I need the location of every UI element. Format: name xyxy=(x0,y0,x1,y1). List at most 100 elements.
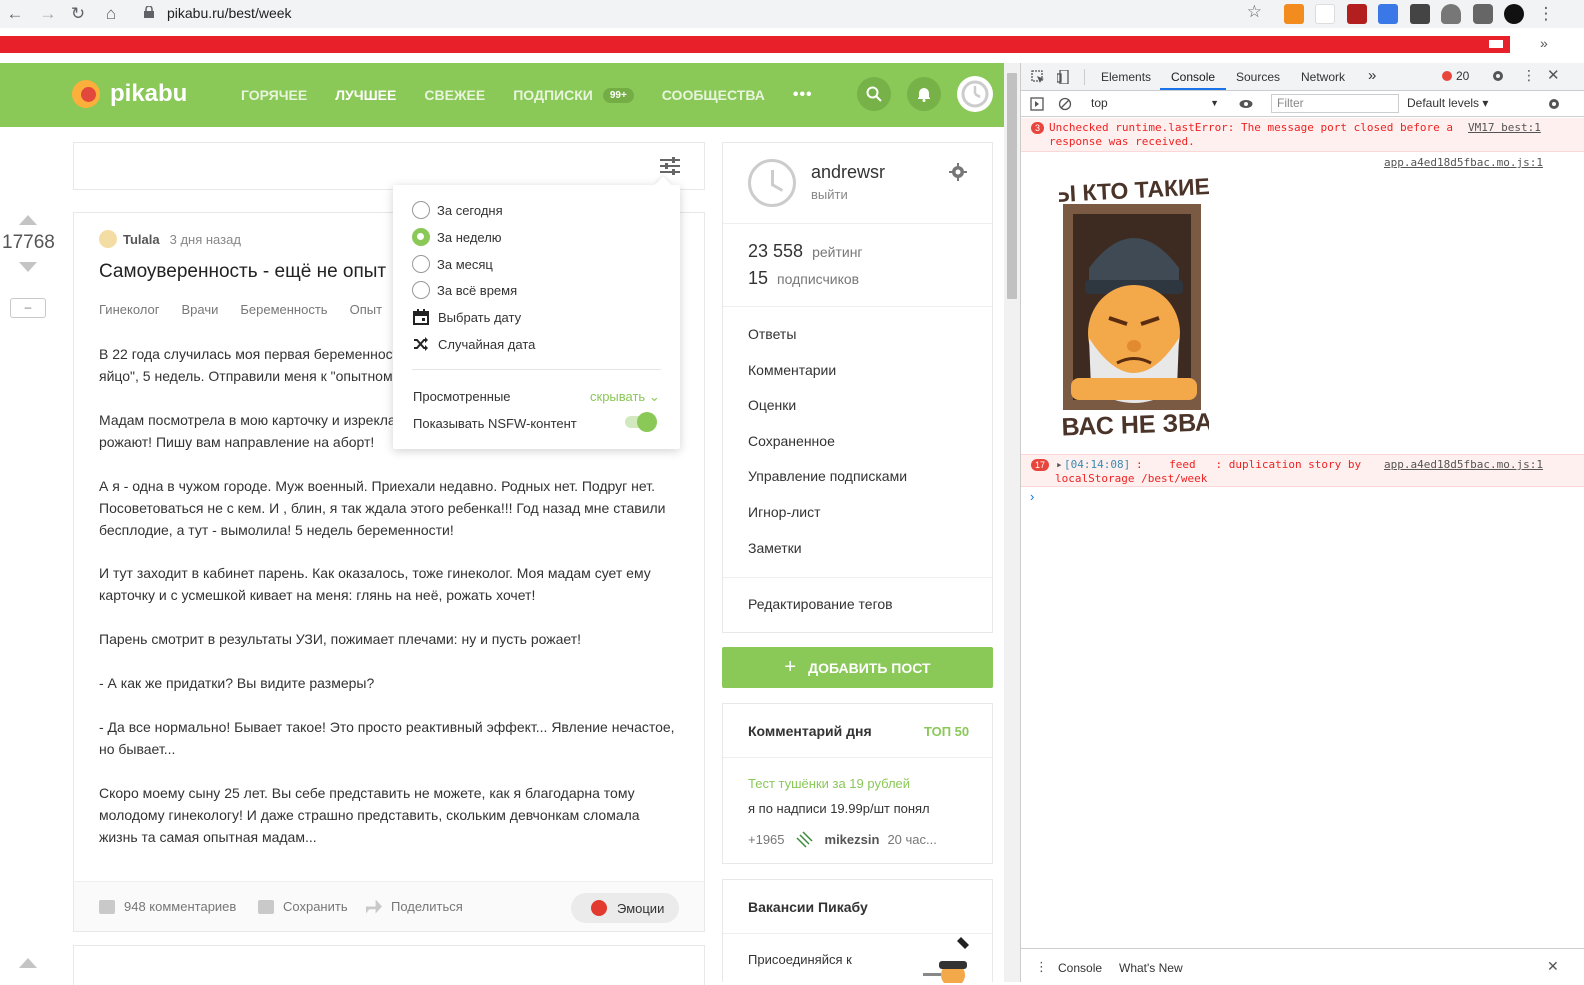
user-avatar[interactable] xyxy=(795,830,814,848)
vacancies-text[interactable]: Присоединяйся к xyxy=(748,952,852,967)
sidebar-toggle-icon[interactable] xyxy=(1030,97,1044,111)
nav-hot[interactable]: ГОРЯЧЕЕ xyxy=(241,86,307,104)
profile-link-notes[interactable]: Заметки xyxy=(748,540,802,556)
clear-console-icon[interactable] xyxy=(1058,97,1072,111)
bookmarks-overflow-icon[interactable]: » xyxy=(1540,35,1548,51)
console-filter-input[interactable]: Filter xyxy=(1271,94,1399,113)
add-post-button[interactable]: + ДОБАВИТЬ ПОСТ xyxy=(722,647,993,688)
subscribers-stat[interactable]: 15 подписчиков xyxy=(748,268,859,289)
home-icon[interactable]: ⌂ xyxy=(99,2,123,26)
profile-link-comments[interactable]: Комментарии xyxy=(748,362,836,378)
site-logo[interactable]: pikabu xyxy=(72,80,187,108)
address-bar[interactable]: pikabu.ru/best/week ☆ xyxy=(136,0,1270,26)
log-levels-select[interactable]: Default levels ▾ xyxy=(1407,96,1488,110)
user-avatar-button[interactable] xyxy=(957,76,993,112)
nsfw-toggle[interactable] xyxy=(625,412,657,432)
page-scrollbar[interactable] xyxy=(1004,63,1020,982)
period-week-option[interactable]: За неделю xyxy=(412,227,502,247)
author-avatar[interactable] xyxy=(99,230,117,248)
comment-user[interactable]: mikezsin xyxy=(825,832,880,847)
search-button[interactable] xyxy=(857,77,891,111)
story-title[interactable]: Самоуверенность - ещё не опыт xyxy=(99,261,399,283)
back-icon[interactable]: ← xyxy=(3,2,27,26)
filter-settings-icon[interactable] xyxy=(660,157,680,175)
gear-icon[interactable] xyxy=(949,163,967,181)
upvote-arrow[interactable] xyxy=(19,215,37,225)
source-link[interactable]: VM17 best:1 xyxy=(1468,121,1541,134)
tab-network[interactable]: Network xyxy=(1301,70,1345,84)
gif-extension-icon[interactable] xyxy=(1315,4,1335,24)
nsfw-label: Показывать NSFW-контент xyxy=(413,416,577,431)
author-name[interactable]: Tulala xyxy=(123,232,160,247)
devtools-panel: Elements Console Sources Network » 20 ⋮ … xyxy=(1020,63,1584,982)
reload-icon[interactable]: ↻ xyxy=(66,2,90,26)
emotions-button[interactable]: Эмоции xyxy=(571,893,679,923)
period-today-option[interactable]: За сегодня xyxy=(412,200,503,220)
scrollbar-thumb[interactable] xyxy=(1007,73,1017,299)
downvote-arrow[interactable] xyxy=(19,262,37,272)
context-select[interactable]: top ▼ xyxy=(1083,94,1223,112)
pdf-extension-icon[interactable] xyxy=(1347,4,1367,24)
tag[interactable]: Врачи xyxy=(181,302,218,317)
close-icon[interactable]: ✕ xyxy=(1547,66,1560,84)
expand-arrow-icon[interactable]: ▸ xyxy=(1056,458,1063,471)
pick-date-option[interactable]: Выбрать дату xyxy=(412,307,521,327)
profile-link-answers[interactable]: Ответы xyxy=(748,326,796,342)
tab-sources[interactable]: Sources xyxy=(1236,70,1280,84)
browser-menu-icon[interactable]: ⋮ xyxy=(1534,2,1558,26)
profile-link-ratings[interactable]: Оценки xyxy=(748,397,796,413)
console-prompt[interactable]: › xyxy=(1030,489,1034,504)
notifications-button[interactable] xyxy=(907,77,941,111)
logout-link[interactable]: выйти xyxy=(811,187,848,202)
save-button[interactable]: Сохранить xyxy=(258,899,348,914)
viewed-select[interactable]: скрывать ⌄ xyxy=(590,389,660,405)
box-extension-icon[interactable] xyxy=(1410,4,1430,24)
drawer-tab-whats-new[interactable]: What's New xyxy=(1119,961,1183,975)
profile-link-saved[interactable]: Сохраненное xyxy=(748,433,835,449)
source-link[interactable]: app.a4ed18d5fbac.mo.js:1 xyxy=(1384,458,1543,471)
nav-best[interactable]: ЛУЧШЕЕ xyxy=(335,86,396,104)
comments-button[interactable]: 948 комментариев xyxy=(99,899,236,914)
tag[interactable]: Гинеколог xyxy=(99,302,159,317)
comment-post-link[interactable]: Тест тушёнки за 19 рублей xyxy=(748,776,910,791)
nav-more-button[interactable]: ••• xyxy=(793,86,813,104)
tag[interactable]: Опыт xyxy=(350,302,382,317)
top50-link[interactable]: ТОП 50 xyxy=(924,724,969,739)
profile-link-subscriptions[interactable]: Управление подписками xyxy=(748,468,907,484)
collapse-story-button[interactable]: – xyxy=(10,298,46,318)
vlc-extension-icon[interactable] xyxy=(1284,4,1304,24)
drawer-menu-icon[interactable]: ⋮ xyxy=(1035,959,1048,975)
profile-avatar[interactable] xyxy=(748,159,796,207)
tab-console[interactable]: Console xyxy=(1171,70,1215,84)
device-toolbar-icon[interactable] xyxy=(1057,70,1071,84)
source-link[interactable]: app.a4ed18d5fbac.mo.js:1 xyxy=(1384,156,1543,169)
eye-icon[interactable] xyxy=(1239,97,1253,111)
nav-communities[interactable]: СООБЩЕСТВА xyxy=(662,86,765,104)
drawer-tab-console[interactable]: Console xyxy=(1058,961,1102,975)
inspect-element-icon[interactable] xyxy=(1031,70,1045,84)
translate-extension-icon[interactable] xyxy=(1378,4,1398,24)
gear-icon[interactable] xyxy=(1491,69,1505,83)
profile-avatar-icon[interactable] xyxy=(1504,4,1524,24)
period-month-option[interactable]: За месяц xyxy=(412,254,493,274)
kebab-menu-icon[interactable]: ⋮ xyxy=(1522,67,1536,84)
random-date-option[interactable]: Случайная дата xyxy=(412,334,535,354)
period-all-time-option[interactable]: За всё время xyxy=(412,280,517,300)
nav-fresh[interactable]: СВЕЖЕЕ xyxy=(424,86,485,104)
shield-extension-icon[interactable] xyxy=(1441,4,1461,24)
profile-username[interactable]: andrewsr xyxy=(811,162,885,183)
nav-subscriptions[interactable]: ПОДПИСКИ 99+ xyxy=(513,86,634,104)
tab-elements[interactable]: Elements xyxy=(1101,70,1151,84)
share-button[interactable]: Поделиться xyxy=(366,899,463,914)
edit-tags-link[interactable]: Редактирование тегов xyxy=(748,596,893,612)
error-counter[interactable]: 20 xyxy=(1442,69,1469,83)
profile-link-ignore-list[interactable]: Игнор-лист xyxy=(748,504,821,520)
extensions-puzzle-icon[interactable] xyxy=(1473,4,1493,24)
close-icon[interactable]: ✕ xyxy=(1547,958,1559,975)
more-tabs-icon[interactable]: » xyxy=(1368,67,1376,84)
next-story-upvote-arrow[interactable] xyxy=(19,958,37,968)
tag[interactable]: Беременность xyxy=(240,302,327,317)
forward-icon[interactable]: → xyxy=(36,2,60,26)
bookmark-star-icon[interactable]: ☆ xyxy=(1247,2,1262,22)
console-settings-gear-icon[interactable] xyxy=(1547,97,1561,111)
